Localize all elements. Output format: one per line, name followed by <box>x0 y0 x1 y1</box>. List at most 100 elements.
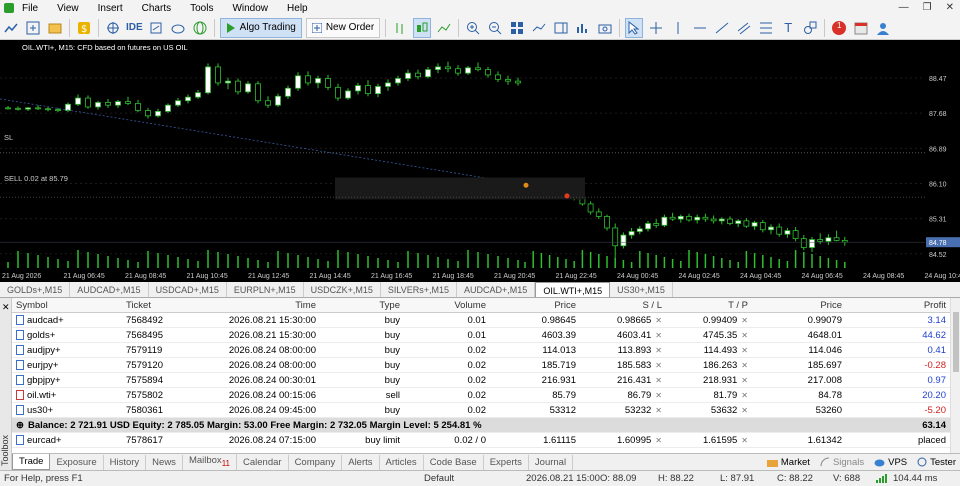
column-header[interactable]: Type <box>320 300 404 311</box>
close-button[interactable]: ✕ <box>946 2 954 13</box>
market-watch-icon[interactable]: $ <box>75 18 93 38</box>
menu-view[interactable]: View <box>57 3 79 14</box>
chart-tab[interactable]: OIL.WTI+,M15 <box>535 282 610 297</box>
remove-sl-icon[interactable]: ✕ <box>655 316 662 325</box>
remove-tp-icon[interactable]: ✕ <box>741 406 748 415</box>
remove-tp-icon[interactable]: ✕ <box>741 346 748 355</box>
strategy-tester-icon[interactable] <box>147 18 165 38</box>
remove-tp-icon[interactable]: ✕ <box>741 391 748 400</box>
column-header[interactable]: Volume <box>404 300 490 311</box>
notifications-icon[interactable]: 1 <box>830 18 848 38</box>
tab-experts[interactable]: Experts <box>484 455 529 470</box>
trendline-icon[interactable] <box>713 18 731 38</box>
tab-news[interactable]: News <box>146 455 183 470</box>
expand-icon[interactable]: ⊕ <box>16 420 24 431</box>
channel-icon[interactable] <box>735 18 753 38</box>
column-header[interactable]: T / P <box>666 300 752 311</box>
screenshot-icon[interactable] <box>596 18 614 38</box>
chart-tab[interactable]: USDCZK+,M15 <box>304 282 381 297</box>
tester-button[interactable]: Tester <box>917 457 956 468</box>
tab-code-base[interactable]: Code Base <box>424 455 484 470</box>
new-order-button[interactable]: New Order <box>306 18 380 38</box>
tab-articles[interactable]: Articles <box>380 455 424 470</box>
table-row[interactable]: eurjpy+75791202026.08.24 08:00:00buy0.02… <box>12 358 950 373</box>
menu-charts[interactable]: Charts <box>142 3 171 14</box>
fibonacci-icon[interactable] <box>757 18 775 38</box>
ide-button[interactable]: IDE <box>126 18 143 38</box>
menu-help[interactable]: Help <box>287 3 308 14</box>
cloud-icon[interactable] <box>169 18 187 38</box>
tile-windows-icon[interactable] <box>508 18 526 38</box>
remove-sl-icon[interactable]: ✕ <box>655 361 662 370</box>
zoom-out-icon[interactable] <box>486 18 504 38</box>
tab-journal[interactable]: Journal <box>529 455 573 470</box>
restore-button[interactable]: ❐ <box>923 2 932 13</box>
navigator-icon[interactable] <box>104 18 122 38</box>
signals-button[interactable]: Signals <box>820 457 864 468</box>
remove-sl-icon[interactable]: ✕ <box>655 376 662 385</box>
remove-sl-icon[interactable]: ✕ <box>655 406 662 415</box>
chart-shift-icon[interactable] <box>552 18 570 38</box>
menu-window[interactable]: Window <box>232 3 268 14</box>
remove-tp-icon[interactable]: ✕ <box>741 376 748 385</box>
tab-company[interactable]: Company <box>289 455 343 470</box>
bar-chart-icon[interactable] <box>391 18 409 38</box>
account-icon[interactable] <box>874 18 892 38</box>
remove-tp-icon[interactable]: ✕ <box>741 331 748 340</box>
menu-insert[interactable]: Insert <box>98 3 123 14</box>
menu-file[interactable]: File <box>22 3 38 14</box>
table-row[interactable]: us30+75803612026.08.24 09:45:00buy0.0253… <box>12 403 950 418</box>
chart-type-icon[interactable] <box>2 18 20 38</box>
table-row[interactable]: gbpjpy+75758942026.08.24 00:30:01buy0.02… <box>12 373 950 388</box>
chart-tab[interactable]: AUDCAD+,M15 <box>457 282 535 297</box>
remove-sl-icon[interactable]: ✕ <box>655 331 662 340</box>
tab-mailbox[interactable]: Mailbox11 <box>183 453 237 471</box>
minimize-button[interactable]: — <box>899 2 909 13</box>
zoom-in-icon[interactable] <box>464 18 482 38</box>
column-header[interactable]: Profit <box>846 300 950 311</box>
price-chart[interactable]: 88.4787.6886.8986.1085.3184.5284.78 21 A… <box>0 40 960 282</box>
column-header[interactable]: Price <box>490 300 580 311</box>
remove-sl-icon[interactable]: ✕ <box>655 436 662 445</box>
chart-tab[interactable]: SILVERs+,M15 <box>381 282 457 297</box>
cursor-icon[interactable] <box>625 18 643 38</box>
table-row[interactable]: audcad+75684922026.08.21 15:30:00buy0.01… <box>12 313 950 328</box>
vps-globe-icon[interactable] <box>191 18 209 38</box>
chart-tab[interactable]: EURPLN+,M15 <box>227 282 304 297</box>
chart-tab[interactable]: US30+,M15 <box>610 282 673 297</box>
shapes-icon[interactable] <box>801 18 819 38</box>
chart-tab[interactable]: AUDCAD+,M15 <box>70 282 148 297</box>
menu-tools[interactable]: Tools <box>190 3 213 14</box>
candlestick-icon[interactable] <box>413 18 431 38</box>
table-row[interactable]: audjpy+75791192026.08.24 08:00:00buy0.02… <box>12 343 950 358</box>
scrollbar-thumb[interactable] <box>953 312 959 372</box>
vps-button[interactable]: VPS <box>874 457 907 468</box>
column-header[interactable]: Price <box>752 300 846 311</box>
horizontal-line-icon[interactable] <box>691 18 709 38</box>
market-button[interactable]: Market <box>767 457 810 468</box>
tab-history[interactable]: History <box>104 455 147 470</box>
remove-sl-icon[interactable]: ✕ <box>655 391 662 400</box>
scroll-chart-icon[interactable] <box>530 18 548 38</box>
chart-tab[interactable]: USDCAD+,M15 <box>149 282 227 297</box>
remove-tp-icon[interactable]: ✕ <box>741 316 748 325</box>
column-header[interactable]: S / L <box>580 300 666 311</box>
tab-alerts[interactable]: Alerts <box>342 455 379 470</box>
vertical-scrollbar[interactable] <box>950 298 960 453</box>
calendar-icon[interactable] <box>852 18 870 38</box>
close-toolbox-icon[interactable]: ✕ <box>2 302 10 313</box>
chart-tab[interactable]: GOLDs+,M15 <box>0 282 70 297</box>
column-header[interactable]: Symbol <box>12 300 122 311</box>
tab-calendar[interactable]: Calendar <box>237 455 289 470</box>
table-row[interactable]: oil.wti+75758022026.08.24 00:15:06sell0.… <box>12 388 950 403</box>
tab-trade[interactable]: Trade <box>12 454 50 470</box>
remove-tp-icon[interactable]: ✕ <box>741 436 748 445</box>
crosshair-icon[interactable] <box>647 18 665 38</box>
column-header[interactable]: Ticket <box>122 300 208 311</box>
profiles-icon[interactable] <box>46 18 64 38</box>
algo-trading-button[interactable]: Algo Trading <box>220 18 302 38</box>
table-row[interactable]: golds+75684952026.08.21 15:30:00buy0.014… <box>12 328 950 343</box>
remove-sl-icon[interactable]: ✕ <box>655 346 662 355</box>
line-chart-icon[interactable] <box>435 18 453 38</box>
add-chart-icon[interactable] <box>24 18 42 38</box>
